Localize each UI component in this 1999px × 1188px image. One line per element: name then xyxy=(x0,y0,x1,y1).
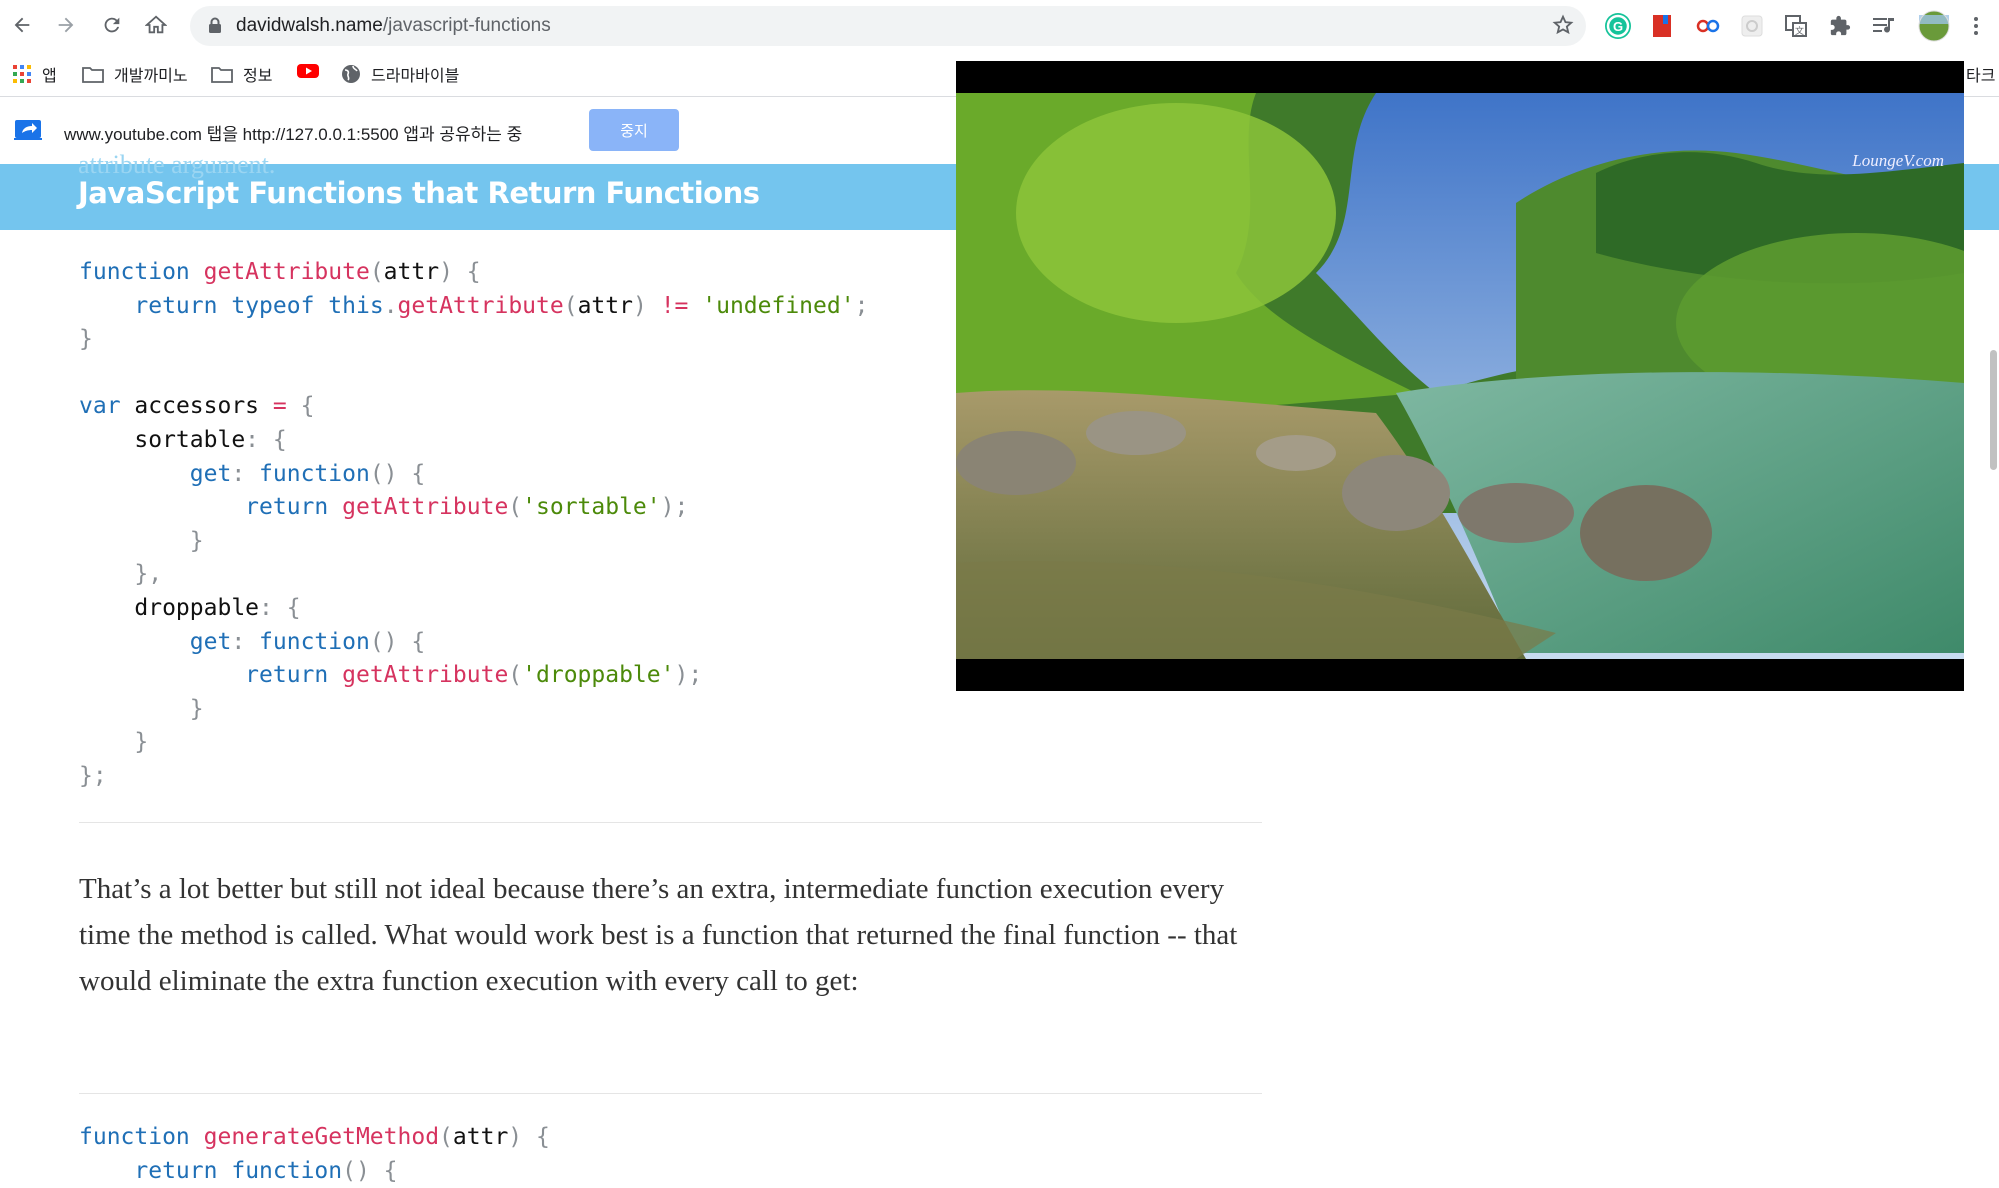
apps-grid-icon xyxy=(12,64,32,84)
code-divider xyxy=(79,1093,1262,1094)
translate-extension-icon[interactable]: 文 xyxy=(1782,12,1810,40)
folder-icon xyxy=(82,65,104,83)
grammarly-extension-icon[interactable]: G xyxy=(1604,12,1632,40)
river-landscape-image xyxy=(956,93,1964,659)
red-book-extension-icon[interactable] xyxy=(1648,12,1676,40)
page-scrollbar-thumb[interactable] xyxy=(1990,350,1997,470)
forward-button[interactable] xyxy=(50,9,82,41)
share-message: www.youtube.com 탭을 http://127.0.0.1:5500… xyxy=(64,125,523,144)
bookmark-youtube[interactable] xyxy=(296,62,330,80)
section-heading: JavaScript Functions that Return Functio… xyxy=(78,176,760,210)
video-watermark: LoungeV.com xyxy=(1852,151,1944,170)
code-divider xyxy=(79,822,1262,823)
lock-icon xyxy=(208,17,222,39)
picture-in-picture-video[interactable]: LoungeV.com xyxy=(956,61,1964,691)
bookmark-label: 정보 xyxy=(243,68,273,85)
svg-text:文: 文 xyxy=(1795,25,1804,37)
bookmark-apps[interactable]: 앱 xyxy=(12,62,57,86)
globe-icon xyxy=(341,64,361,84)
forward-arrow-icon xyxy=(58,17,74,33)
share-screen-icon xyxy=(14,119,42,146)
address-bar[interactable]: davidwalsh.name/javascript-functions xyxy=(190,6,1586,46)
bookmark-drama-bible[interactable]: 드라마바이블 xyxy=(341,62,459,86)
bookmark-star-icon[interactable] xyxy=(1552,14,1574,41)
bookmark-folder-dev[interactable]: 개발까미노 xyxy=(82,62,188,86)
bookmark-overflow[interactable]: 타크 xyxy=(1966,62,1995,86)
menu-kebab-icon[interactable] xyxy=(1962,12,1990,40)
svg-text:G: G xyxy=(1613,19,1623,34)
browser-toolbar: davidwalsh.name/javascript-functions G 文 xyxy=(0,0,1999,52)
bookmark-label: 드라마바이블 xyxy=(371,68,460,85)
url-host: davidwalsh.name xyxy=(236,15,383,36)
back-arrow-icon xyxy=(14,17,30,33)
media-queue-icon[interactable] xyxy=(1870,12,1898,40)
url-text: davidwalsh.name/javascript-functions xyxy=(236,15,551,37)
youtube-icon xyxy=(296,62,320,80)
stop-sharing-button[interactable]: 중지 xyxy=(589,109,679,151)
code-block-accessors: function getAttribute(attr) { return typ… xyxy=(79,259,869,789)
bookmark-folder-info[interactable]: 정보 xyxy=(211,62,272,86)
grid-extension-icon[interactable] xyxy=(1738,12,1766,40)
back-button[interactable] xyxy=(6,9,38,41)
bookmark-overflow-label: 타크 xyxy=(1966,68,1996,85)
home-button[interactable] xyxy=(140,9,172,41)
folder-icon xyxy=(211,65,233,83)
reload-button[interactable] xyxy=(96,9,128,41)
home-icon xyxy=(145,15,167,34)
url-path: /javascript-functions xyxy=(382,15,551,36)
mask-extension-icon[interactable] xyxy=(1694,12,1722,40)
bookmark-label: 개발까미노 xyxy=(114,68,188,85)
extensions-puzzle-icon[interactable] xyxy=(1826,12,1854,40)
profile-avatar[interactable] xyxy=(1918,10,1950,42)
reload-icon xyxy=(104,17,120,33)
bookmark-label: 앱 xyxy=(42,68,57,85)
article-paragraph: That’s a lot better but still not ideal … xyxy=(79,873,1238,997)
